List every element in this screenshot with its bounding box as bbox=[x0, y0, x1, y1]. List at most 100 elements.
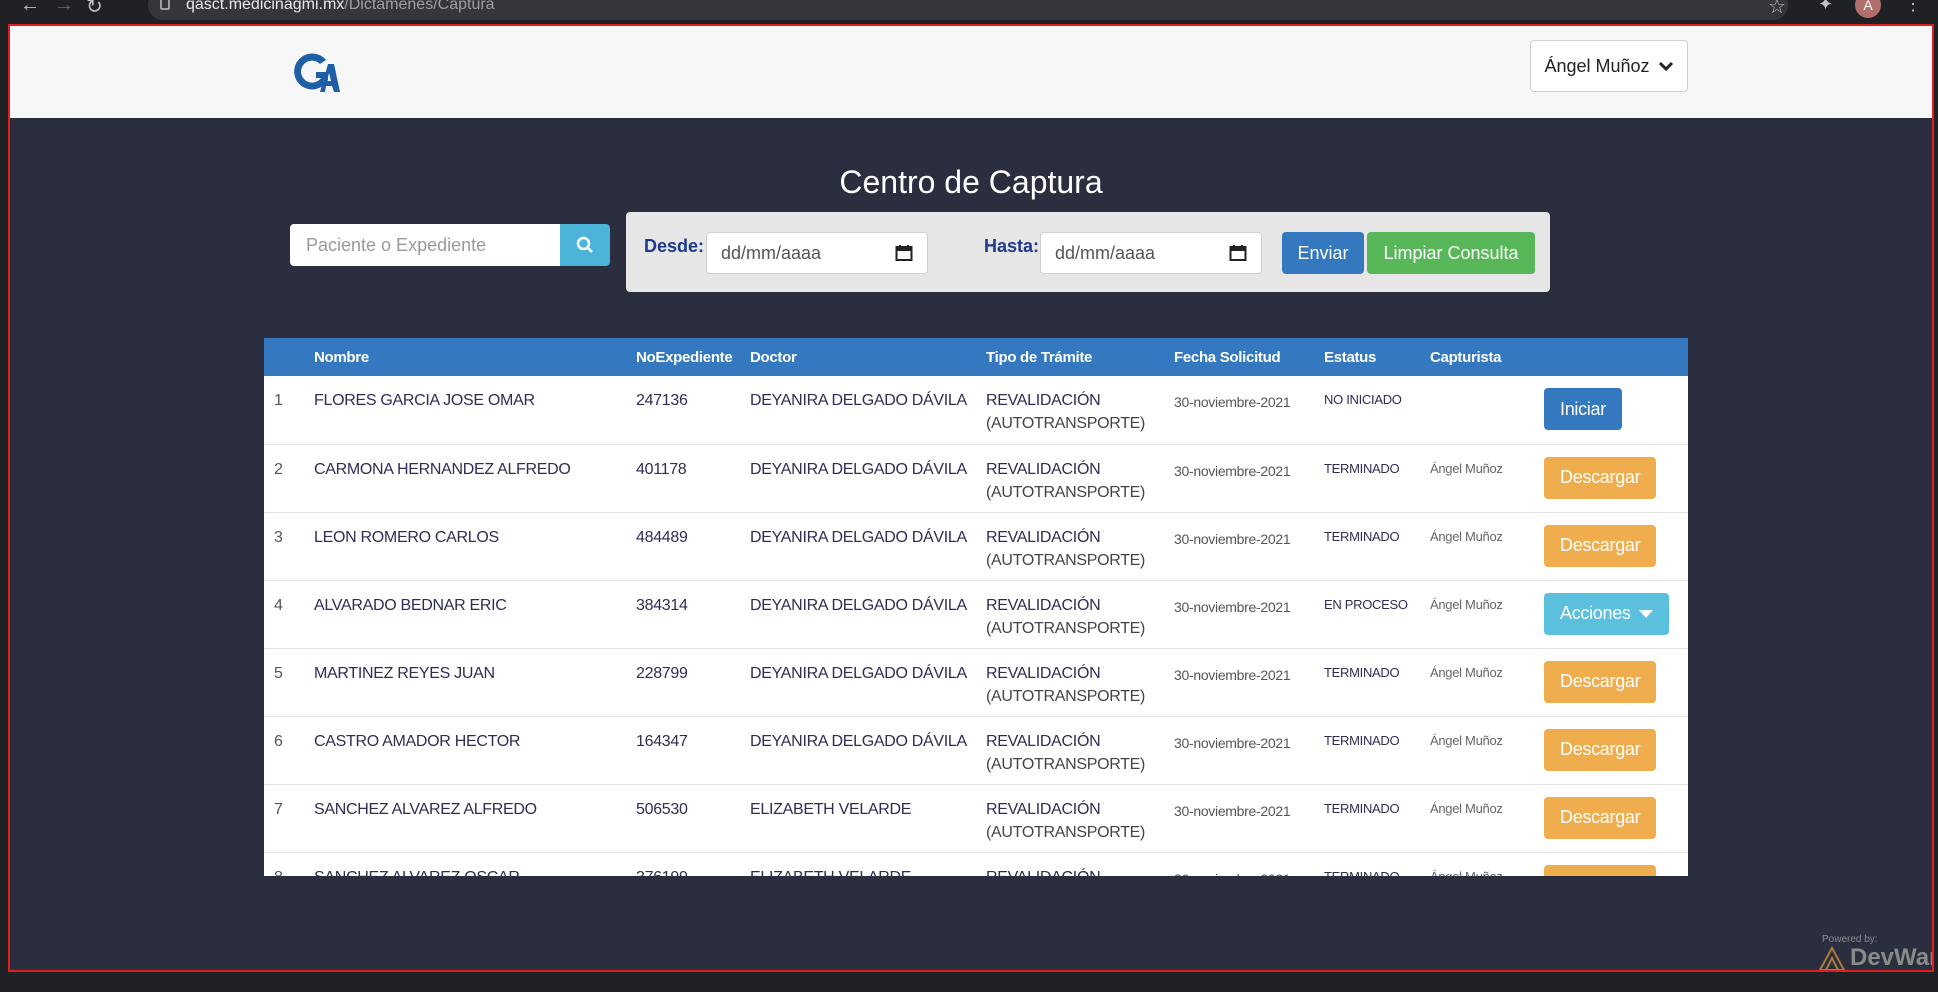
dictamenes-table[interactable]: Nombre NoExpediente Doctor Tipo de Trámite F… bbox=[264, 338, 1688, 876]
descargar-button[interactable]: Descargar bbox=[1544, 864, 1657, 876]
column-header-tipo-tramite: Tipo de Trámite bbox=[986, 348, 1093, 366]
table-row[interactable]: 2 CARMONA HERNANDEZ ALFREDO 401178 DEYANIRA… bbox=[264, 444, 1688, 512]
enviar-button[interactable]: Enviar bbox=[1282, 232, 1364, 274]
table-row[interactable]: 1 FLORES GARCIA JOSE OMAR 247136 DEYANIRA D… bbox=[264, 376, 1688, 444]
user-menu-dropdown[interactable]: Ángel Muñoz bbox=[1530, 40, 1688, 92]
patient-name: MARTINEZ REYES JUAN bbox=[314, 664, 495, 682]
row-number: 5 bbox=[274, 664, 283, 682]
column-header-nombre: Nombre bbox=[314, 348, 369, 366]
table-row[interactable]: 5 MARTINEZ REYES JUAN 228799 DEYANIRA DELGA… bbox=[264, 648, 1688, 716]
limpiar-consulta-button[interactable]: Limpiar Consulta bbox=[1367, 232, 1535, 274]
row-action-cell: Descargar bbox=[1544, 852, 1688, 876]
table-row[interactable]: 6 CASTRO AMADOR HECTOR 164347 DEYANIRA DELG… bbox=[264, 716, 1688, 784]
expediente-number: 247136 bbox=[636, 392, 688, 409]
capturista-name: Ángel Muñoz bbox=[1430, 664, 1503, 680]
devware-brand: DevWare bbox=[1850, 944, 1932, 971]
tipo-tramite: REVALIDACIÓN(AUTOTRANSPORTE) bbox=[986, 512, 1174, 580]
column-header-fecha-solicitud: Fecha Solicitud bbox=[1174, 348, 1281, 366]
patient-name: CASTRO AMADOR HECTOR bbox=[314, 732, 521, 750]
status-label: TERMINADO bbox=[1324, 800, 1400, 816]
tramite-type: REVALIDACIÓN bbox=[986, 596, 1101, 614]
acciones-button[interactable]: Acciones bbox=[1544, 592, 1669, 635]
calendar-icon[interactable] bbox=[895, 244, 913, 262]
doctor-name: ELIZABETH VELARDE bbox=[750, 852, 986, 877]
expediente-number: 484489 bbox=[636, 528, 688, 546]
expediente-number: 376199 bbox=[636, 852, 750, 877]
fecha-solicitud: 30-noviembre-2021 bbox=[1174, 802, 1291, 819]
fecha-solicitud: 30-noviembre-2021 bbox=[1174, 598, 1291, 615]
row-number: 2 bbox=[274, 460, 283, 478]
tramite-subtype: (AUTOTRANSPORTE) bbox=[986, 823, 1146, 841]
tramite-type: REVALIDACIÓN bbox=[986, 732, 1101, 750]
tramite-type: REVALIDACIÓN bbox=[986, 664, 1101, 682]
status-label: EN PROCESO bbox=[1324, 596, 1408, 612]
calendar-icon[interactable] bbox=[1229, 244, 1247, 262]
descargar-button[interactable]: Descargar bbox=[1544, 660, 1657, 703]
fecha-solicitud: 30-noviembre-2021 bbox=[1174, 734, 1291, 751]
desde-label: Desde: bbox=[644, 236, 705, 256]
status-label: TERMINADO bbox=[1324, 732, 1400, 748]
column-header-estatus: Estatus bbox=[1324, 348, 1377, 366]
descargar-button[interactable]: Descargar bbox=[1544, 728, 1657, 771]
taskbar-strip bbox=[0, 976, 1938, 992]
doctor-name: DEYANIRA DELGADO DÁVILA bbox=[750, 460, 967, 478]
tipo-tramite: REVALIDACIÓN(AUTOTRANSPORTE) bbox=[986, 376, 1174, 444]
user-name: Ángel Muñoz bbox=[1544, 55, 1650, 76]
date-placeholder: dd/mm/aaaa bbox=[1055, 242, 1156, 263]
top-navbar: Ángel Muñoz bbox=[10, 26, 1932, 118]
button-label: Descargar bbox=[1560, 671, 1641, 691]
capturista-name: Ángel Muñoz bbox=[1430, 732, 1503, 748]
hasta-date-input[interactable]: dd/mm/aaaa bbox=[1040, 232, 1262, 274]
status-label: TERMINADO bbox=[1324, 868, 1400, 877]
tramite-type: REVALIDACIÓN bbox=[986, 800, 1101, 818]
expediente-number: 164347 bbox=[636, 732, 688, 750]
capturista-name bbox=[1430, 376, 1544, 444]
forward-icon[interactable]: → bbox=[54, 0, 74, 17]
capturista-name: Ángel Muñoz bbox=[1430, 528, 1503, 544]
ga-logo[interactable] bbox=[290, 50, 340, 94]
row-number: 1 bbox=[274, 392, 283, 409]
row-action-cell: Acciones bbox=[1544, 580, 1688, 648]
tramite-type: REVALIDACIÓN bbox=[986, 460, 1101, 478]
row-action-cell: Descargar bbox=[1544, 784, 1688, 852]
table-row[interactable]: 8SANCHEZ ALVAREZ OSCAR376199ELIZABETH VE… bbox=[264, 852, 1688, 876]
button-label: Iniciar bbox=[1560, 398, 1606, 419]
patient-name: FLORES GARCIA JOSE OMAR bbox=[314, 392, 535, 409]
expediente-number: 384314 bbox=[636, 596, 688, 614]
tipo-tramite: REVALIDACIÓN(AUTOTRANSPORTE) bbox=[986, 852, 1174, 877]
tipo-tramite: REVALIDACIÓN(AUTOTRANSPORTE) bbox=[986, 716, 1174, 784]
extensions-icon[interactable]: ✦ bbox=[1818, 0, 1833, 15]
back-icon[interactable]: ← bbox=[20, 0, 40, 17]
tramite-subtype: (AUTOTRANSPORTE) bbox=[986, 687, 1146, 705]
address-url[interactable]: qasct.medicinagmi.mx/Dictamenes/Captura bbox=[186, 0, 495, 14]
doctor-name: DEYANIRA DELGADO DÁVILA bbox=[750, 392, 967, 409]
capturista-name: Ángel Muñoz bbox=[1430, 596, 1503, 612]
lock-icon bbox=[160, 0, 170, 10]
page-frame: Ángel Muñoz Centro de Captura Desde: dd/… bbox=[8, 24, 1934, 972]
table-row[interactable]: 7 SANCHEZ ALVAREZ ALFREDO 506530 ELIZABETH … bbox=[264, 784, 1688, 852]
capturista-name: Ángel Muñoz bbox=[1430, 800, 1503, 816]
reload-icon[interactable]: ↻ bbox=[86, 0, 103, 19]
row-action-cell: Descargar bbox=[1544, 648, 1688, 716]
doctor-name: ELIZABETH VELARDE bbox=[750, 800, 912, 818]
desde-date-input[interactable]: dd/mm/aaaa bbox=[706, 232, 928, 274]
browser-menu-icon[interactable]: ⋮ bbox=[1904, 0, 1922, 15]
column-header-doctor: Doctor bbox=[750, 348, 797, 366]
tramite-subtype: (AUTOTRANSPORTE) bbox=[986, 415, 1146, 432]
descargar-button[interactable]: Descargar bbox=[1544, 796, 1657, 839]
iniciar-button[interactable]: Iniciar bbox=[1544, 388, 1622, 430]
table-row[interactable]: 3 LEON ROMERO CARLOS 484489 DEYANIRA DELGAD… bbox=[264, 512, 1688, 580]
row-action-cell: Iniciar bbox=[1544, 376, 1688, 444]
bookmark-star-icon[interactable]: ☆ bbox=[1768, 0, 1786, 19]
patient-name: LEON ROMERO CARLOS bbox=[314, 528, 499, 546]
search-button[interactable] bbox=[560, 224, 610, 266]
doctor-name: DEYANIRA DELGADO DÁVILA bbox=[750, 596, 967, 614]
descargar-button[interactable]: Descargar bbox=[1544, 524, 1657, 567]
profile-avatar[interactable]: A bbox=[1855, 0, 1881, 18]
row-action-cell: Descargar bbox=[1544, 716, 1688, 784]
descargar-button[interactable]: Descargar bbox=[1544, 456, 1657, 499]
tramite-type: REVALIDACIÓN bbox=[986, 528, 1101, 546]
search-input[interactable] bbox=[290, 224, 560, 266]
table-row[interactable]: 4 ALVARADO BEDNAR ERIC 384314 DEYANIRA DELG… bbox=[264, 580, 1688, 648]
column-header-noexpediente: NoExpediente bbox=[636, 348, 733, 366]
